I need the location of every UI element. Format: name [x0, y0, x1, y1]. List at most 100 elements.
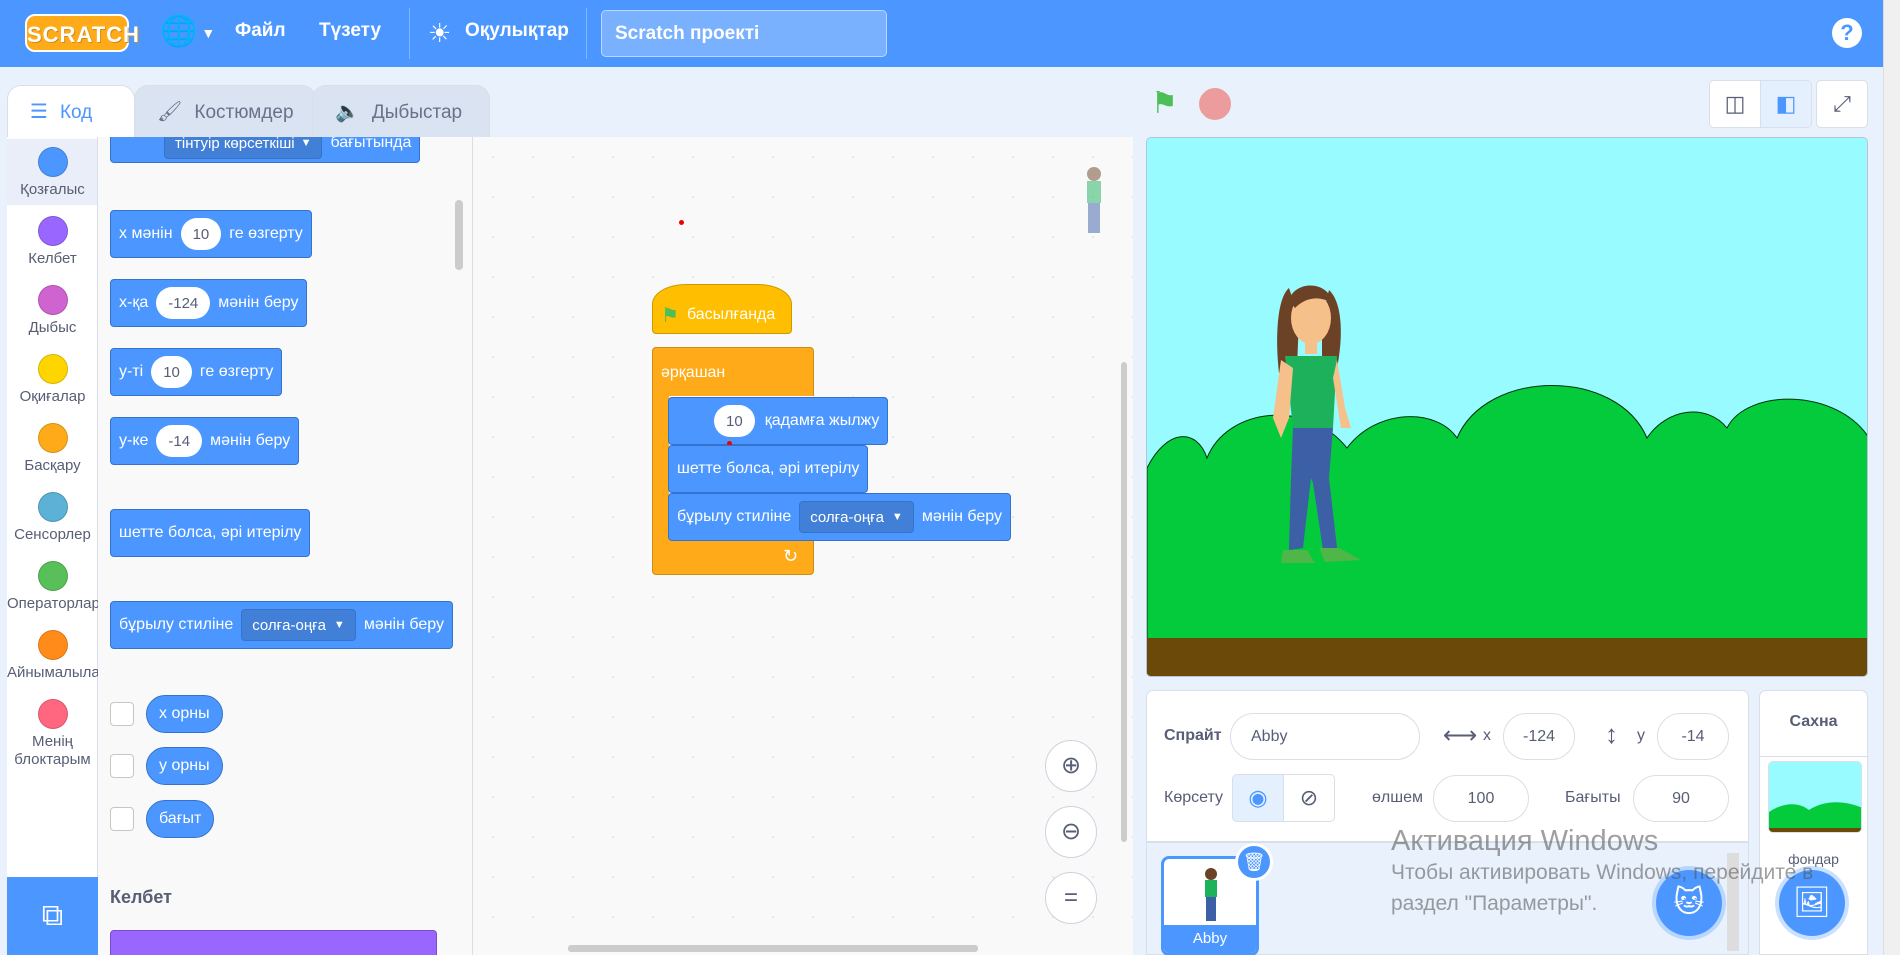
globe-icon[interactable]: 🌐 ▼ [160, 15, 216, 49]
category-label: Операторлар [7, 595, 98, 612]
set-y-block[interactable]: y-ке -14 мәнін беру [110, 417, 300, 465]
category-sound[interactable]: Дыбыс [7, 285, 98, 336]
stop-button[interactable] [1199, 88, 1231, 120]
small-stage-button[interactable]: ◫ [1709, 80, 1761, 128]
fullscreen-button[interactable]: ⤢ [1816, 80, 1868, 128]
large-stage-icon: ◧ [1775, 91, 1797, 116]
block-text: x мәнін [119, 225, 173, 242]
bounce-block[interactable]: шетте болса, әрі итерілу [110, 509, 311, 557]
block-text: y-ке [119, 432, 149, 449]
category-my-blocks[interactable]: Менің блоктарым [7, 699, 98, 769]
project-title-input[interactable]: Scratch проекті [601, 10, 887, 57]
help-button[interactable]: ? [1832, 18, 1862, 48]
scratch-logo[interactable]: SCRATCH [25, 14, 139, 52]
tab-sounds[interactable]: 🔈 Дыбыстар [312, 85, 490, 137]
menu-bar: SCRATCH 🌐 ▼ Файл Түзету ☀ Оқулықтар Scrat… [0, 0, 1900, 67]
direction-input[interactable]: 90 [1633, 775, 1729, 822]
speaker-icon: 🔈 [335, 101, 360, 123]
edit-menu[interactable]: Түзету [319, 20, 381, 42]
x-input[interactable]: -124 [1503, 713, 1575, 760]
category-looks[interactable]: Келбет [7, 216, 98, 267]
x-position-checkbox[interactable] [110, 702, 134, 726]
forever-label: әрқашан [661, 364, 726, 381]
sprite-name-input[interactable]: Abby [1230, 713, 1420, 760]
large-stage-button[interactable]: ◧ [1760, 80, 1812, 128]
tab-costumes[interactable]: 🖌 Костюмдер [134, 85, 316, 137]
category-label: Келбет [28, 250, 77, 267]
green-flag-button[interactable]: ⚑ [1151, 88, 1183, 120]
set-y-input[interactable]: -14 [156, 425, 203, 457]
block-text: ге өзгерту [229, 225, 303, 242]
palette-scrollbar[interactable] [455, 200, 463, 270]
stage-canvas[interactable] [1146, 137, 1868, 677]
point-towards-dropdown[interactable]: тінтуір көрсеткіші ▼ [164, 137, 323, 159]
stage-panel-title: Сахна [1789, 713, 1838, 730]
add-extension-button[interactable]: ⧉ [7, 877, 98, 955]
change-y-block[interactable]: y-ті 10 ге өзгерту [110, 348, 283, 396]
zoom-in-icon: ⊕ [1060, 752, 1082, 779]
size-input[interactable]: 100 [1433, 775, 1529, 822]
rotation-style-script-dropdown[interactable]: солға-оңға ▼ [799, 501, 914, 533]
y-input[interactable]: -14 [1657, 713, 1729, 760]
script-area[interactable]: ⚑ басылғанда әрқашан ↻ 10 қадамға жылжу … [473, 137, 1133, 955]
horizontal-scrollbar[interactable] [568, 945, 978, 952]
direction-label: Бағыты [1565, 789, 1621, 806]
watermark-title: Активация Windows [1391, 825, 1659, 857]
block-text: мәнін беру [210, 432, 291, 449]
block-text: басылғанда [686, 306, 776, 323]
set-x-block[interactable]: x-қа -124 мәнін беру [110, 279, 308, 327]
category-variables[interactable]: Айнымалылар [7, 630, 98, 681]
looks-block[interactable] [110, 930, 437, 955]
show-sprite-button[interactable]: ◉ [1232, 774, 1284, 822]
sensing-color-dot [37, 492, 68, 522]
delete-sprite-button[interactable]: 🗑 [1235, 843, 1273, 881]
y-arrows-icon: ↕ [1605, 719, 1618, 749]
when-flag-clicked-block[interactable]: ⚑ басылғанда [652, 284, 792, 334]
category-control[interactable]: Басқару [7, 423, 98, 474]
change-x-block[interactable]: x мәнін 10 ге өзгерту [110, 210, 312, 258]
page-scrollbar[interactable] [1883, 0, 1900, 955]
rotation-style-block[interactable]: бұрылу стиліне солға-оңға ▼ мәнін беру [110, 601, 453, 649]
rotation-style-script-block[interactable]: бұрылу стиліне солға-оңға ▼ мәнін беру [668, 493, 1011, 541]
y-position-checkbox[interactable] [110, 754, 134, 778]
sprite-thumbnail-ghost [1081, 165, 1107, 237]
bounce-script-block[interactable]: шетте болса, әрі итерілу [668, 445, 869, 493]
category-events[interactable]: Оқиғалар [7, 354, 98, 405]
vertical-scrollbar[interactable] [1121, 362, 1127, 842]
rotation-style-dropdown[interactable]: солға-оңға ▼ [241, 609, 356, 641]
menu-divider [586, 8, 587, 59]
direction-reporter[interactable]: бағыт [146, 800, 215, 838]
category-operators[interactable]: Операторлар [7, 561, 98, 612]
tutorials-menu[interactable]: Оқулықтар [465, 20, 569, 42]
x-arrows-icon: ⟷ [1443, 722, 1478, 749]
category-sensing[interactable]: Сенсорлер [7, 492, 98, 543]
file-menu[interactable]: Файл [235, 20, 286, 42]
marker-dot [679, 220, 684, 225]
category-label: Айнымалылар [7, 664, 98, 681]
move-steps-input[interactable]: 10 [714, 405, 755, 437]
tab-code[interactable]: ☰ Код [7, 85, 135, 137]
direction-checkbox[interactable] [110, 807, 134, 831]
category-label: Оқиғалар [19, 388, 86, 405]
point-towards-block[interactable]: тінтуір көрсеткіші ▼ бағытында [110, 137, 421, 163]
block-text: шетте болса, әрі итерілу [677, 460, 860, 477]
looks-heading: Келбет [110, 887, 172, 907]
zoom-reset-button[interactable]: = [1045, 872, 1097, 924]
block-text: x-қа [119, 294, 149, 311]
zoom-out-button[interactable]: ⊖ [1045, 806, 1097, 858]
set-x-input[interactable]: -124 [156, 287, 211, 319]
add-extension-icon: ⧉ [41, 899, 64, 932]
category-motion[interactable]: Қозғалыс [7, 147, 98, 198]
sound-color-dot [37, 285, 68, 315]
menu-divider [409, 8, 410, 59]
hide-sprite-button[interactable]: ⊘ [1283, 774, 1335, 822]
move-steps-block[interactable]: 10 қадамға жылжу [668, 397, 889, 445]
zoom-in-button[interactable]: ⊕ [1045, 740, 1097, 792]
change-x-input[interactable]: 10 [180, 218, 222, 250]
x-position-reporter[interactable]: x орны [146, 695, 223, 733]
block-text: бұрылу стиліне [119, 616, 234, 633]
y-position-reporter[interactable]: y орны [146, 747, 223, 785]
chevron-down-icon: ▼ [300, 137, 312, 149]
change-y-input[interactable]: 10 [151, 356, 192, 388]
chevron-down-icon: ▼ [201, 25, 216, 42]
